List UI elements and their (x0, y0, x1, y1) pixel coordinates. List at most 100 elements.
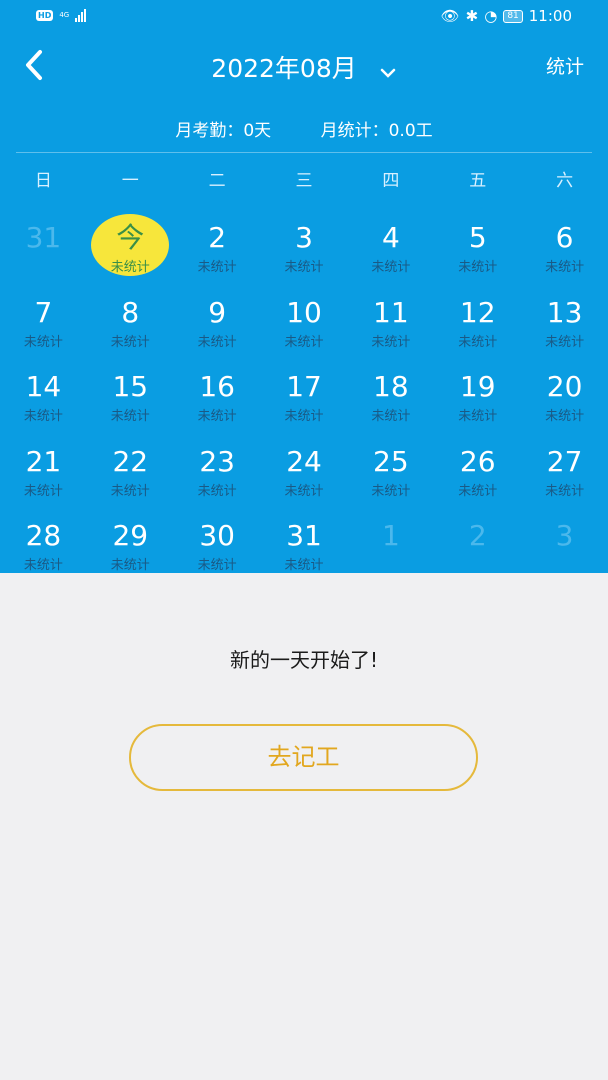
calendar-day[interactable]: 28 未统计 (0, 510, 87, 585)
day-number: 31 (25, 221, 62, 254)
weekday-label: 三 (295, 171, 313, 191)
day-number: 20 (546, 370, 583, 403)
day-status: 未统计 (284, 409, 324, 424)
calendar-week-row: 31 今未统计 2 未统计 3 未统计 4 未统计 5 未统计 6 未统计 (0, 212, 608, 287)
day-number: 8 (121, 295, 140, 329)
calendar-day[interactable]: 29 未统计 (87, 510, 174, 585)
record-work-button[interactable]: 去记工 (129, 724, 478, 791)
calendar-header-panel: HD 4G 👁 ✱ ◔ 81 11:00 2022年08月 统计 月考勤：0天 … (0, 0, 608, 573)
calendar-day[interactable]: 6 未统计 (521, 212, 608, 287)
network-type: 4G (59, 11, 70, 19)
day-status: 未统计 (110, 409, 150, 424)
calendar-day[interactable]: 22 未统计 (87, 436, 174, 511)
hd-icon: HD (36, 10, 54, 21)
weekday-header: 日 一 二 三 四 五 六 (0, 166, 608, 191)
signal-icon (75, 9, 87, 22)
monthly-attendance: 月考勤：0天 (175, 121, 272, 141)
day-message: 新的一天开始了! (229, 648, 379, 672)
calendar-day[interactable]: 5 未统计 (434, 212, 521, 287)
calendar-day[interactable]: 12 未统计 (434, 287, 521, 362)
calendar-day[interactable]: 3 (521, 510, 608, 585)
day-number: 6 (555, 221, 574, 254)
day-number: 2 (208, 221, 227, 254)
calendar-week-row: 28 未统计 29 未统计 30 未统计 31 未统计 1 2 3 (0, 510, 608, 585)
day-status: 未统计 (23, 558, 63, 573)
calendar-grid: 31 今未统计 2 未统计 3 未统计 4 未统计 5 未统计 6 未统计 7 未统计 8 未统计 9 未统计 10… (0, 212, 608, 585)
monthly-stats: 月统计：0.0工 (320, 121, 433, 141)
calendar-day[interactable]: 20 未统计 (521, 361, 608, 436)
chevron-down-icon (379, 56, 397, 85)
day-number: 28 (25, 519, 62, 552)
bluetooth-icon: ✱ (465, 7, 479, 25)
day-number: 4 (381, 221, 400, 254)
calendar-day[interactable]: 8 未统计 (87, 287, 174, 362)
calendar-day[interactable]: 7 未统计 (0, 287, 87, 362)
day-number: 2 (468, 519, 487, 552)
calendar-day[interactable]: 1 (347, 510, 434, 585)
month-selector[interactable]: 2022年08月 (0, 49, 608, 85)
day-number: 21 (25, 444, 62, 478)
day-status: 未统计 (545, 260, 585, 275)
calendar-day[interactable]: 9 未统计 (174, 287, 261, 362)
calendar-day[interactable]: 10 未统计 (261, 287, 348, 362)
day-status: 未统计 (110, 260, 150, 275)
calendar-day[interactable]: 11 未统计 (347, 287, 434, 362)
day-status: 未统计 (371, 260, 411, 275)
speed-icon: ◔ (484, 7, 498, 25)
day-status: 未统计 (371, 334, 411, 350)
day-number: 12 (459, 295, 496, 329)
calendar-day[interactable]: 23 未统计 (174, 436, 261, 511)
calendar-day[interactable]: 25 未统计 (347, 436, 434, 511)
calendar-day[interactable]: 2 未统计 (174, 212, 261, 287)
month-summary: 月考勤：0天 月统计：0.0工 (0, 116, 608, 141)
day-status: 未统计 (284, 558, 324, 573)
day-status: 未统计 (545, 334, 585, 350)
day-number: 22 (112, 444, 149, 478)
calendar-day[interactable]: 17 未统计 (261, 361, 348, 436)
calendar-day[interactable]: 18 未统计 (347, 361, 434, 436)
day-status: 未统计 (284, 483, 324, 499)
calendar-day-today[interactable]: 今未统计 (87, 212, 174, 287)
calendar-day[interactable]: 31 未统计 (261, 510, 348, 585)
nav-bar: 2022年08月 统计 (0, 40, 608, 90)
day-number: 3 (295, 221, 313, 254)
day-status: 未统计 (545, 483, 585, 499)
battery-icon: 81 (503, 9, 523, 23)
day-number: 14 (25, 370, 62, 403)
calendar-day[interactable]: 15 未统计 (87, 361, 174, 436)
calendar-day[interactable]: 13 未统计 (521, 287, 608, 362)
calendar-day[interactable]: 4 未统计 (347, 212, 434, 287)
day-status: 未统计 (197, 409, 237, 424)
day-status: 未统计 (197, 483, 237, 499)
day-status: 未统计 (23, 483, 63, 499)
calendar-day[interactable]: 26 未统计 (434, 436, 521, 511)
month-title: 2022年08月 (211, 54, 357, 83)
day-number: 11 (373, 295, 409, 329)
day-number: 25 (373, 444, 409, 478)
calendar-day[interactable]: 27 未统计 (521, 436, 608, 511)
calendar-day[interactable]: 16 未统计 (174, 361, 261, 436)
day-status: 未统计 (458, 483, 498, 499)
calendar-day[interactable]: 2 (434, 510, 521, 585)
stats-button[interactable]: 统计 (546, 52, 584, 79)
calendar-day[interactable]: 21 未统计 (0, 436, 87, 511)
calendar-day[interactable]: 14 未统计 (0, 361, 87, 436)
calendar-day[interactable]: 3 未统计 (261, 212, 348, 287)
day-status: 未统计 (110, 483, 150, 499)
day-status: 未统计 (371, 483, 411, 499)
day-number: 1 (381, 519, 400, 552)
day-number: 7 (34, 295, 53, 329)
calendar-day[interactable]: 19 未统计 (434, 361, 521, 436)
calendar-day[interactable]: 24 未统计 (261, 436, 348, 511)
day-number: 5 (468, 221, 487, 254)
calendar-day[interactable]: 31 (0, 212, 87, 287)
calendar-day[interactable]: 30 未统计 (174, 510, 261, 585)
day-number: 24 (286, 444, 322, 478)
day-number: 10 (286, 295, 322, 329)
weekday-label: 四 (382, 171, 400, 191)
day-number: 9 (208, 295, 227, 329)
day-number: 29 (112, 519, 149, 552)
calendar-week-row: 21 未统计 22 未统计 23 未统计 24 未统计 25 未统计 26 未统计 27 未统计 (0, 436, 608, 511)
divider (16, 152, 592, 153)
day-number: 31 (286, 519, 322, 552)
